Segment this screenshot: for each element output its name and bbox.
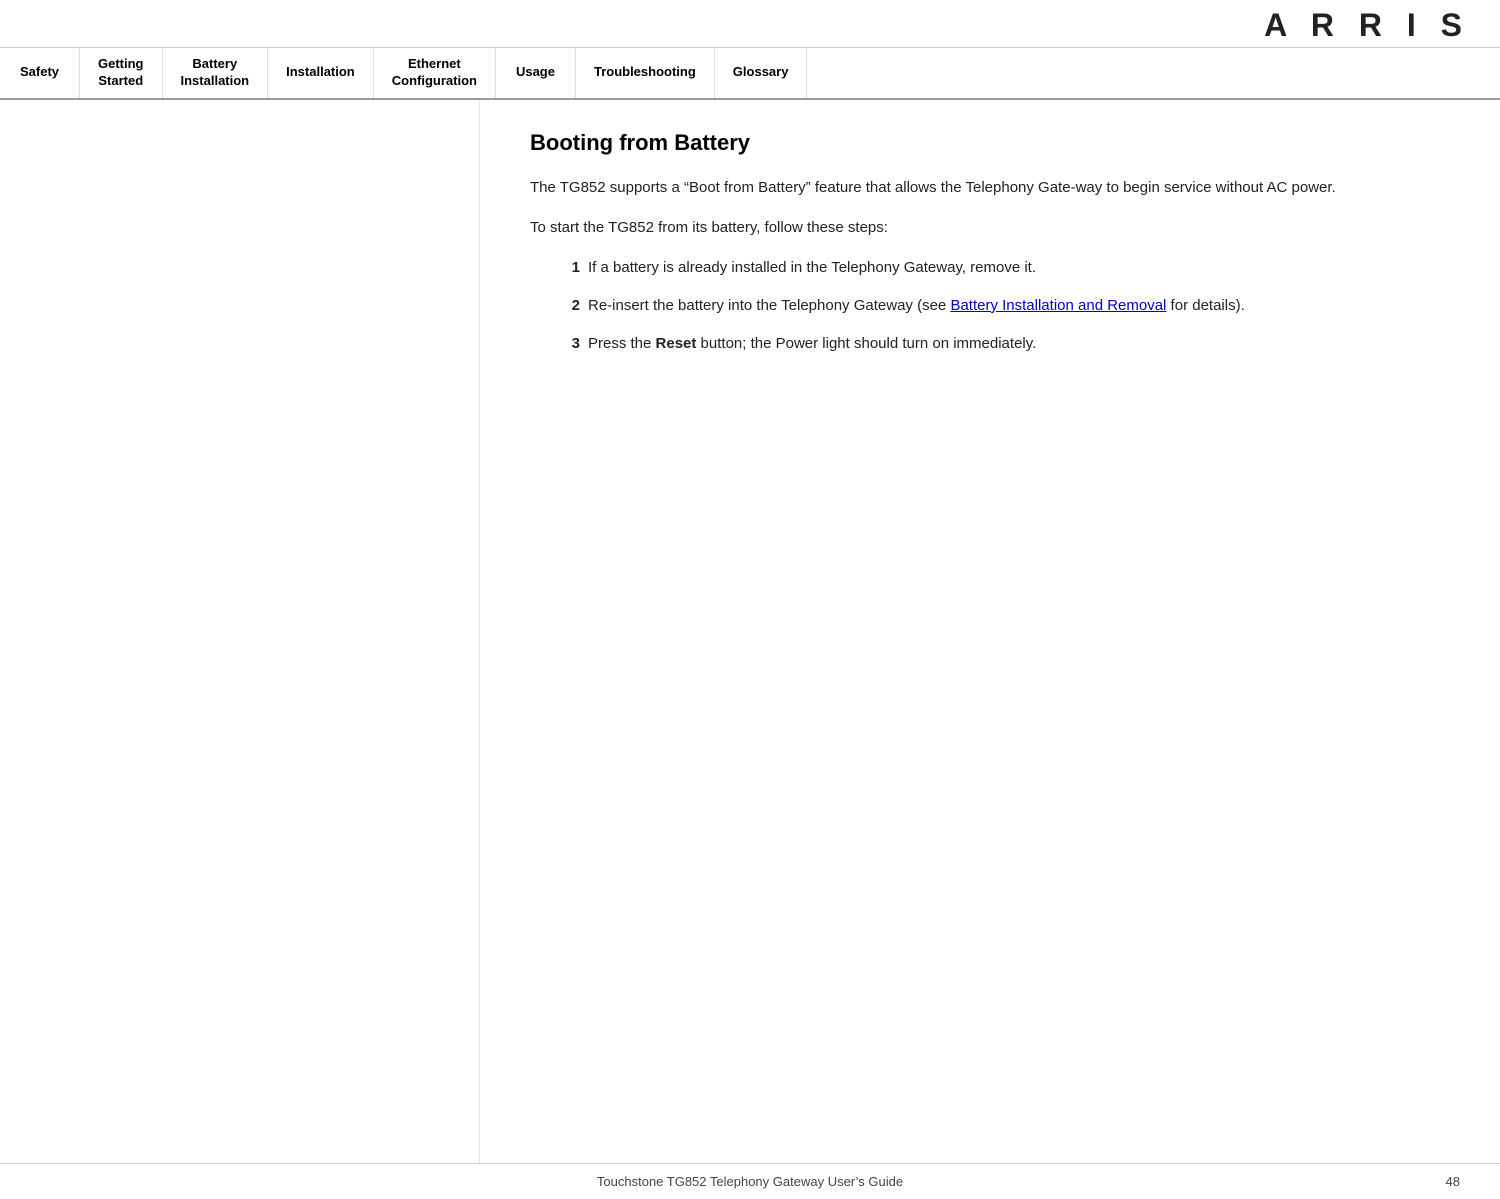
steps-container: 1 If a battery is already installed in t… (550, 256, 1450, 356)
step-3-number: 3 (550, 332, 580, 356)
content-area: Booting from Battery The TG852 supports … (480, 100, 1500, 1163)
arris-logo: A R R I S (1264, 7, 1470, 44)
step-1: 1 If a battery is already installed in t… (550, 256, 1450, 280)
step-3-text: Press the Reset button; the Power light … (588, 332, 1450, 356)
page-title: Booting from Battery (530, 130, 1450, 156)
main-layout: Booting from Battery The TG852 supports … (0, 100, 1500, 1163)
footer-page-number: 48 (1446, 1174, 1460, 1189)
battery-installation-link[interactable]: Battery Installation and Removal (950, 297, 1166, 314)
nav-item-getting-started[interactable]: Getting Started (80, 48, 163, 98)
footer: Touchstone TG852 Telephony Gateway User’… (0, 1163, 1500, 1199)
nav-item-troubleshooting[interactable]: Troubleshooting (576, 48, 715, 98)
nav-item-installation[interactable]: Installation (268, 48, 374, 98)
sidebar (0, 100, 480, 1163)
nav-item-usage[interactable]: Usage (496, 48, 576, 98)
nav-item-battery-installation[interactable]: Battery Installation (163, 48, 269, 98)
nav-item-glossary[interactable]: Glossary (715, 48, 808, 98)
step-2: 2 Re-insert the battery into the Telepho… (550, 294, 1450, 318)
nav-item-safety[interactable]: Safety (0, 48, 80, 98)
footer-text: Touchstone TG852 Telephony Gateway User’… (597, 1174, 903, 1189)
header-bar: A R R I S (0, 0, 1500, 48)
step-2-number: 2 (550, 294, 580, 318)
navigation-bar: Safety Getting Started Battery Installat… (0, 48, 1500, 100)
step-1-text: If a battery is already installed in the… (588, 256, 1450, 280)
paragraph-2: To start the TG852 from its battery, fol… (530, 216, 1450, 240)
nav-item-ethernet-configuration[interactable]: Ethernet Configuration (374, 48, 496, 98)
step-1-number: 1 (550, 256, 580, 280)
paragraph-1: The TG852 supports a “Boot from Battery”… (530, 176, 1450, 200)
step-2-text: Re-insert the battery into the Telephony… (588, 294, 1450, 318)
step-3: 3 Press the Reset button; the Power ligh… (550, 332, 1450, 356)
